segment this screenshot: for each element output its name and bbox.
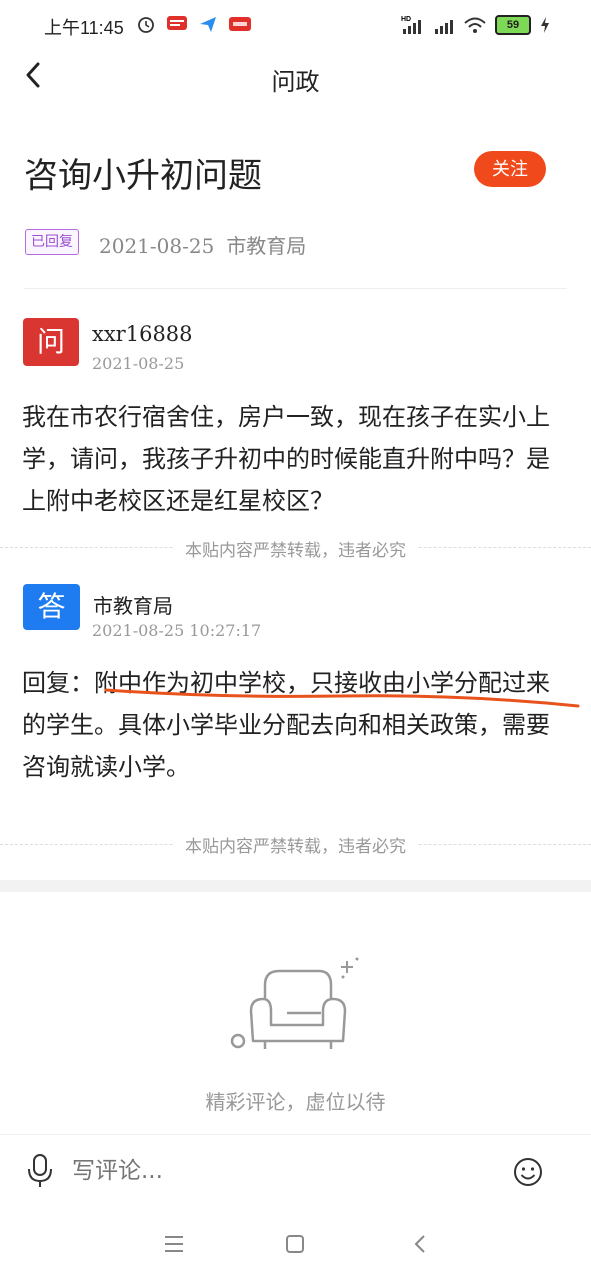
alarm-icon bbox=[138, 17, 154, 33]
system-status-icons: HD 59 bbox=[401, 14, 551, 36]
follow-button[interactable]: 关注 bbox=[474, 151, 546, 187]
handwritten-underline bbox=[104, 688, 580, 708]
send-app-icon bbox=[200, 17, 216, 32]
post-department: 市教育局 bbox=[226, 234, 307, 258]
divider bbox=[24, 288, 567, 289]
signal-hd-icon: HD bbox=[401, 16, 421, 34]
sofa-icon bbox=[230, 957, 359, 1049]
battery-indicator: 59 bbox=[495, 15, 531, 35]
status-bar: 上午11:45 HD 59 bbox=[0, 0, 591, 52]
toutiao-icon bbox=[229, 17, 251, 31]
page-title: 问政 bbox=[271, 68, 320, 96]
question-avatar: 问 bbox=[23, 318, 79, 366]
question-date: 2021-08-25 bbox=[92, 354, 185, 373]
question-author[interactable]: xxr16888 bbox=[92, 322, 193, 346]
answer-datetime: 2021-08-25 10:27:17 bbox=[92, 621, 262, 640]
section-separator bbox=[0, 880, 591, 892]
post-date: 2021-08-25 bbox=[99, 234, 215, 258]
notification-icons bbox=[136, 14, 252, 34]
post-meta: 2021-08-25 市教育局 bbox=[99, 230, 306, 259]
empty-comments-text: 精彩评论，虚位以待 bbox=[205, 1090, 386, 1114]
signal-icon bbox=[435, 20, 453, 34]
menu-icon[interactable] bbox=[163, 1230, 185, 1258]
nav-back-icon[interactable] bbox=[410, 1230, 432, 1258]
post-title: 咨询小升初问题 bbox=[24, 156, 262, 196]
wifi-icon bbox=[464, 17, 486, 33]
answer-author[interactable]: 市教育局 bbox=[93, 590, 173, 619]
copyright-notice: 本贴内容严禁转载，违者必究 bbox=[0, 536, 591, 561]
charging-icon bbox=[541, 17, 549, 33]
copyright-notice-text-2: 本贴内容严禁转载，违者必究 bbox=[173, 837, 418, 857]
news-app-icon bbox=[167, 16, 187, 30]
home-icon[interactable] bbox=[284, 1230, 306, 1258]
signal-hd-label: HD bbox=[401, 16, 411, 23]
answer-avatar: 答 bbox=[23, 584, 80, 630]
comment-input[interactable] bbox=[72, 1158, 472, 1184]
status-time: 上午11:45 bbox=[44, 18, 124, 38]
emoji-icon[interactable] bbox=[512, 1156, 544, 1188]
microphone-icon[interactable] bbox=[26, 1152, 54, 1190]
copyright-notice-text: 本贴内容严禁转载，违者必究 bbox=[173, 541, 418, 561]
question-text: 我在市农行宿舍住，房户一致，现在孩子在实小上学，请问，我孩子升初中的时候能直升附… bbox=[22, 403, 550, 515]
copyright-notice-2: 本贴内容严禁转载，违者必究 bbox=[0, 832, 591, 857]
status-badge: 已回复 bbox=[25, 229, 79, 255]
